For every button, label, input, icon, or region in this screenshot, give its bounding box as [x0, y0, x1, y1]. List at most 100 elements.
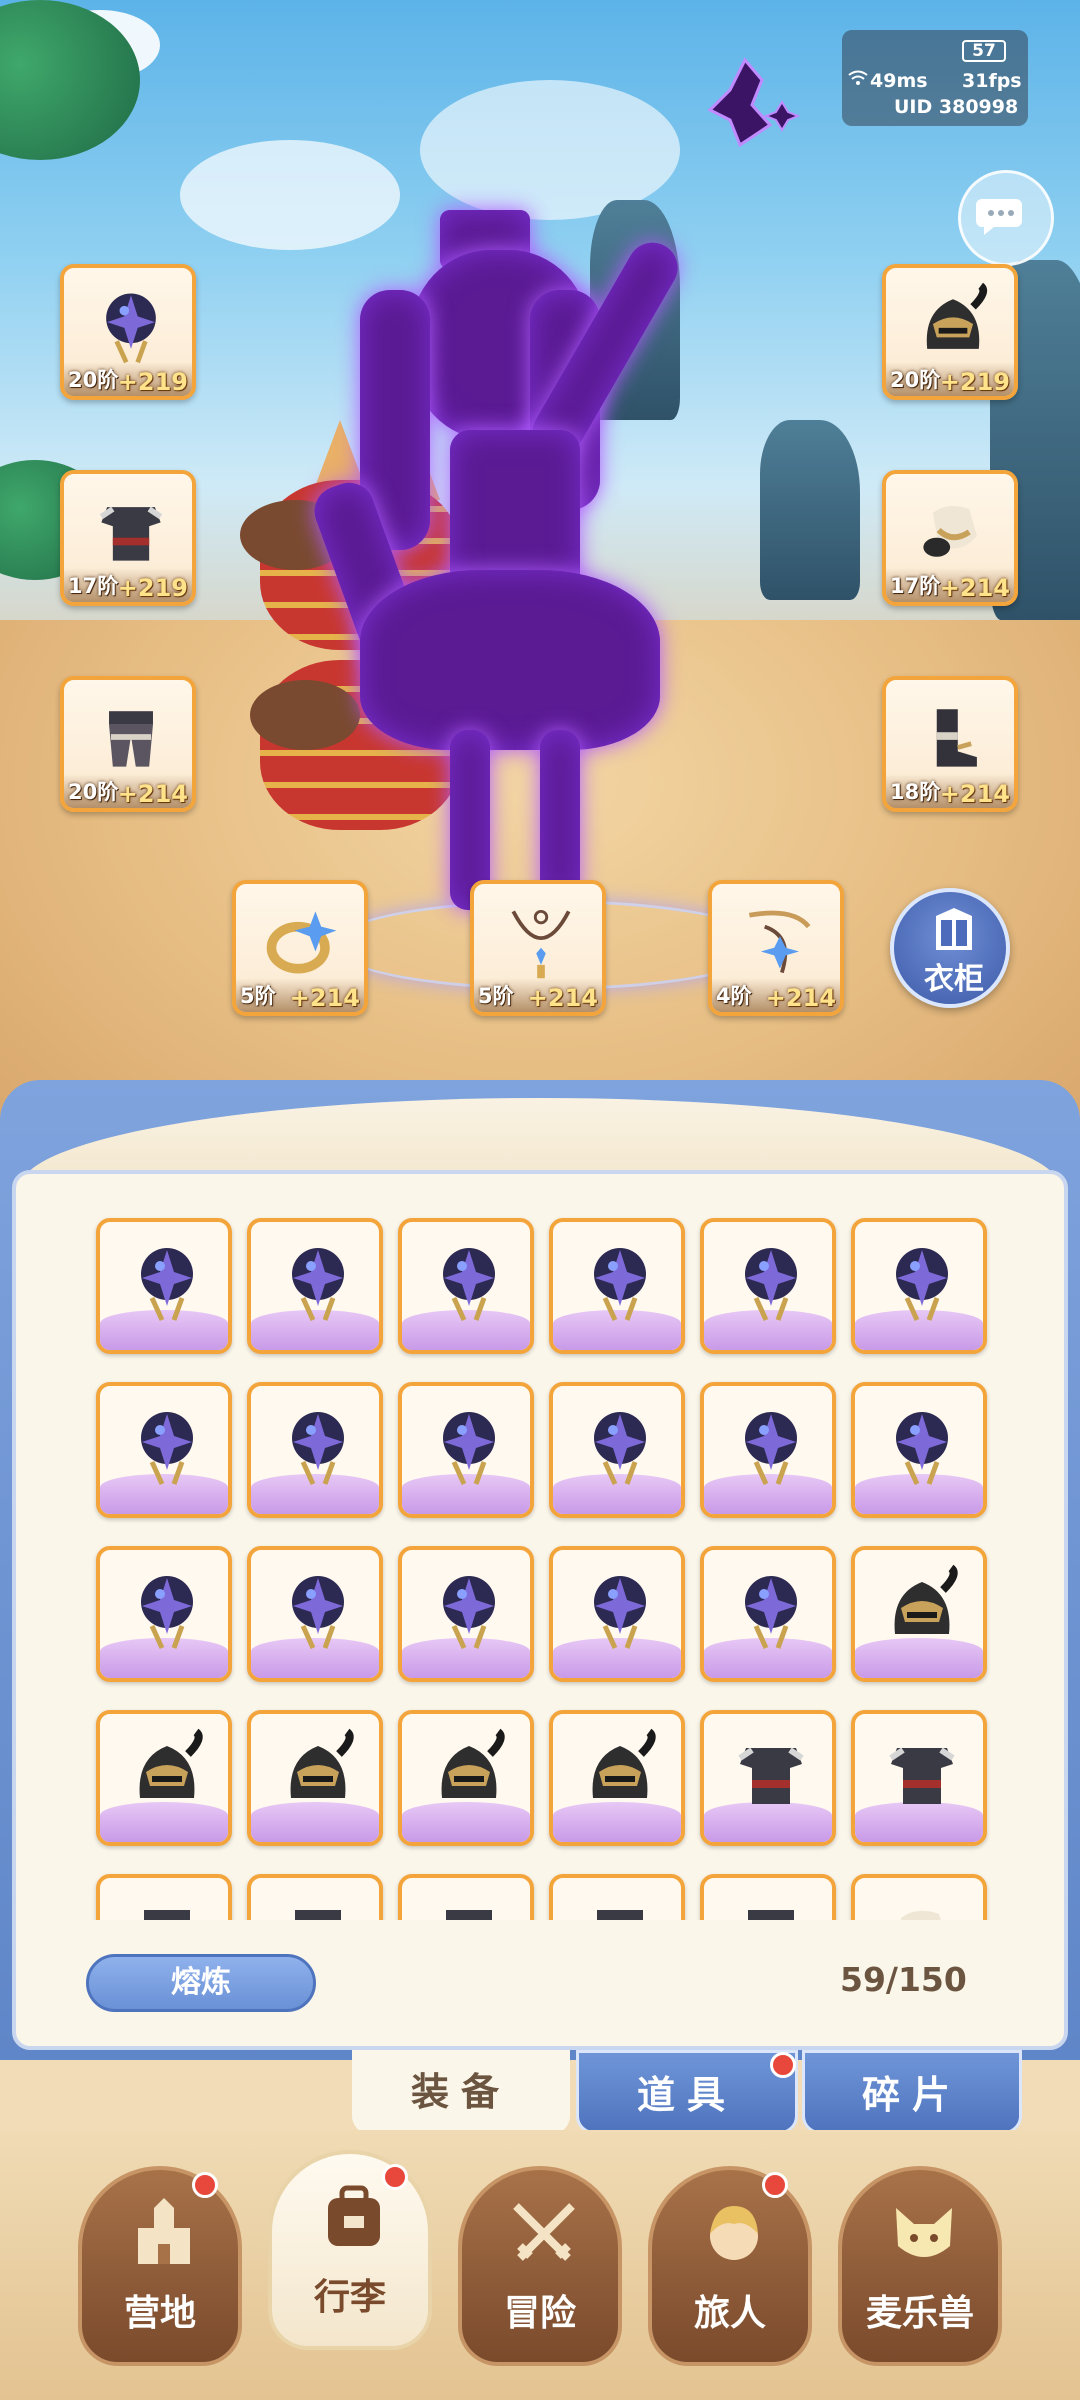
- dark-helmet-orb-icon: [88, 282, 174, 368]
- inventory-item[interactable]: [549, 1218, 685, 1354]
- nav-label: 行李: [313, 2277, 386, 2318]
- inventory-item[interactable]: [549, 1546, 685, 1682]
- backpack-icon: [314, 2178, 394, 2258]
- slot-bonus: +214: [939, 780, 1010, 808]
- pants-icon: [273, 1892, 363, 1920]
- slot-bonus: +214: [939, 574, 1010, 602]
- inventory-item[interactable]: [851, 1546, 987, 1682]
- fps-readout: 31fps: [962, 70, 1022, 92]
- rock-pillar: [760, 420, 860, 600]
- inventory-item[interactable]: [398, 1546, 534, 1682]
- helmet-icon: [575, 1728, 665, 1818]
- necklace-icon: [498, 898, 584, 984]
- tab-equipment[interactable]: 装备: [352, 2050, 570, 2134]
- inventory-item[interactable]: [96, 1710, 232, 1846]
- orb-icon: [424, 1236, 514, 1326]
- slot-bonus: +214: [527, 984, 598, 1012]
- orb-icon: [122, 1400, 212, 1490]
- inventory-item[interactable]: [851, 1874, 987, 1920]
- equip-slot-bottom-2[interactable]: 5阶 +214: [470, 880, 606, 1016]
- inventory-item[interactable]: [549, 1382, 685, 1518]
- boots-icon: [910, 694, 996, 780]
- orb-icon: [424, 1400, 514, 1490]
- armor-icon: [877, 1728, 967, 1818]
- wardrobe-button[interactable]: 衣柜: [890, 888, 1010, 1008]
- inventory-item[interactable]: [700, 1710, 836, 1846]
- inventory-item[interactable]: [96, 1218, 232, 1354]
- inventory-item[interactable]: [549, 1874, 685, 1920]
- equip-slot-bottom-1[interactable]: 5阶 +214: [232, 880, 368, 1016]
- nav-label: 旅人: [693, 2293, 766, 2334]
- tab-fragments[interactable]: 碎片: [802, 2050, 1022, 2134]
- orb-icon: [273, 1564, 363, 1654]
- chat-button[interactable]: [958, 170, 1054, 266]
- inventory-item[interactable]: [96, 1382, 232, 1518]
- equip-slot-right-2[interactable]: 17阶 +214: [882, 470, 1018, 606]
- inventory-item[interactable]: [851, 1710, 987, 1846]
- inventory-item[interactable]: [247, 1218, 383, 1354]
- inventory-item[interactable]: [700, 1546, 836, 1682]
- inventory-item[interactable]: [549, 1710, 685, 1846]
- inventory-item[interactable]: [96, 1546, 232, 1682]
- orb-icon: [575, 1564, 665, 1654]
- character-skirt: [360, 570, 660, 750]
- status-hud: 57 49ms 31fps UID 380998: [842, 30, 1028, 126]
- nav-badge: [192, 2172, 218, 2198]
- character-leg: [540, 730, 580, 900]
- inventory-item[interactable]: [398, 1710, 534, 1846]
- nav-badge: [382, 2164, 408, 2190]
- inventory-item[interactable]: [96, 1874, 232, 1920]
- helmet-icon: [877, 1564, 967, 1654]
- inventory-item[interactable]: [700, 1218, 836, 1354]
- equip-slot-right-3[interactable]: 18阶 +214: [882, 676, 1018, 812]
- inventory-item[interactable]: [247, 1382, 383, 1518]
- nav-traveler[interactable]: 旅人: [648, 2166, 812, 2366]
- inventory-item[interactable]: [247, 1874, 383, 1920]
- orb-icon: [273, 1236, 363, 1326]
- inventory-item[interactable]: [398, 1382, 534, 1518]
- equip-slot-right-1[interactable]: 20阶 +219: [882, 264, 1018, 400]
- inventory-item[interactable]: [398, 1218, 534, 1354]
- nav-cat-pet[interactable]: 麦乐兽: [838, 2166, 1002, 2366]
- slot-level: 5阶: [240, 984, 276, 1008]
- helmet-icon: [424, 1728, 514, 1818]
- smelt-button[interactable]: 熔炼: [86, 1954, 316, 2012]
- inventory-grid[interactable]: [80, 1200, 1000, 1920]
- nav-label: 冒险: [503, 2293, 576, 2334]
- inventory-item[interactable]: [247, 1546, 383, 1682]
- horned-helmet-icon: [910, 282, 996, 368]
- armor-pants-icon: [88, 694, 174, 780]
- player-character[interactable]: [307, 190, 750, 930]
- chat-bubble-icon: [976, 199, 1022, 235]
- equip-slot-left-2[interactable]: 17阶 +219: [60, 470, 196, 606]
- nav-crossed-swords[interactable]: 冒险: [458, 2166, 622, 2366]
- slot-bonus: +219: [117, 368, 188, 396]
- slot-level: 5阶: [478, 984, 514, 1008]
- pants-icon: [726, 1892, 816, 1920]
- inventory-item[interactable]: [700, 1874, 836, 1920]
- slot-bonus: +219: [117, 574, 188, 602]
- wardrobe-label: 衣柜: [924, 962, 984, 997]
- inventory-item[interactable]: [851, 1218, 987, 1354]
- inventory-capacity: 59/150: [840, 1960, 967, 1999]
- cat-pet-icon: [884, 2194, 964, 2274]
- gauntlet-icon: [877, 1892, 967, 1920]
- slot-bonus: +219: [939, 368, 1010, 396]
- orb-icon: [122, 1236, 212, 1326]
- equip-slot-left-1[interactable]: 20阶 +219: [60, 264, 196, 400]
- equip-slot-bottom-3[interactable]: 4阶 +214: [708, 880, 844, 1016]
- slot-level: 17阶: [68, 574, 119, 598]
- crossed-swords-icon: [504, 2194, 584, 2274]
- inventory-item[interactable]: [247, 1710, 383, 1846]
- inventory-item[interactable]: [398, 1874, 534, 1920]
- inventory-item[interactable]: [851, 1382, 987, 1518]
- orb-icon: [726, 1236, 816, 1326]
- inventory-item[interactable]: [700, 1382, 836, 1518]
- castle-icon: [124, 2194, 204, 2274]
- orb-icon: [877, 1236, 967, 1326]
- tab-items[interactable]: 道具: [576, 2050, 798, 2134]
- ring-icon: [260, 898, 346, 984]
- nav-castle[interactable]: 营地: [78, 2166, 242, 2366]
- equip-slot-left-3[interactable]: 20阶 +214: [60, 676, 196, 812]
- dark-armor-icon: [88, 488, 174, 574]
